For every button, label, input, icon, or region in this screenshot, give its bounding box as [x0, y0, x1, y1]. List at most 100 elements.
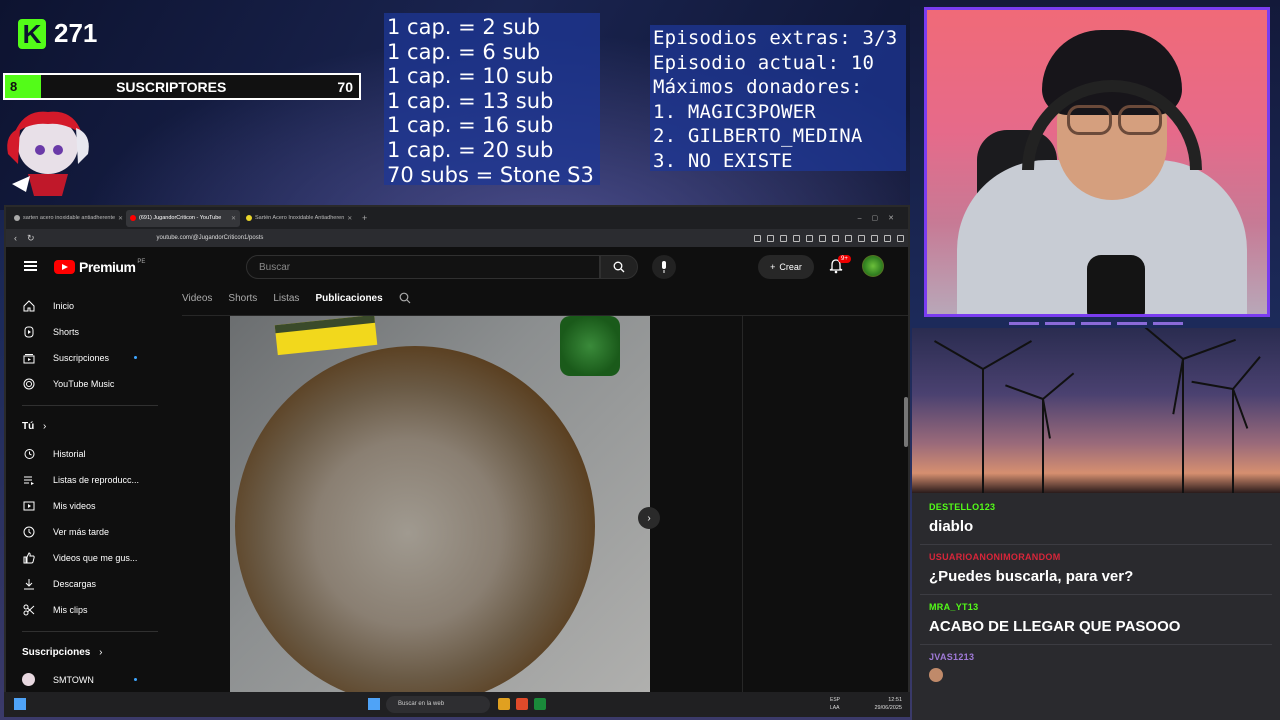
window-controls[interactable]: –▢✕ [858, 214, 908, 222]
sponge [274, 316, 378, 356]
browser-window: sarten acero inoxidable antiadherente ✕ (… [4, 205, 910, 717]
channel-search-icon[interactable] [399, 292, 411, 304]
chevron-right-icon: › [647, 512, 651, 524]
plus-icon: + [770, 262, 776, 272]
chevron-right-icon: › [99, 647, 103, 658]
reload-icon[interactable]: ↻ [27, 233, 35, 244]
sidebar-item-subscriptions[interactable]: Suscripciones [22, 351, 152, 364]
history-icon [22, 447, 35, 460]
subscriber-goal-bar: 8 SUSCRIPTORES 70 [3, 73, 361, 100]
sidebar-item-home[interactable]: Inicio [22, 299, 152, 312]
sidebar-item-history[interactable]: Historial [22, 447, 152, 460]
dish-soap-bottle [560, 316, 620, 376]
goal-line: 1 cap. = 13 sub [387, 88, 554, 113]
sidebar-item-liked-videos[interactable]: Videos que me gus... [22, 551, 152, 564]
close-icon[interactable]: ✕ [118, 215, 123, 222]
sidebar-item-youtube-music[interactable]: YouTube Music [22, 377, 152, 390]
tab-playlists[interactable]: Listas [273, 293, 299, 304]
store-icon [246, 215, 252, 221]
sidebar-item-playlists[interactable]: Listas de reproducc... [22, 473, 152, 486]
browser-tab-strip: sarten acero inoxidable antiadherente ✕ (… [6, 207, 908, 229]
kick-logo-icon: K [18, 18, 46, 49]
browser-toolbar-icons[interactable] [754, 234, 908, 242]
back-icon[interactable]: ‹ [14, 233, 17, 243]
subscriptions-icon [22, 351, 35, 364]
youtube-premium-logo[interactable]: Premium PE [54, 259, 145, 275]
frying-pan [235, 346, 595, 694]
sidebar-item-my-clips[interactable]: Mis clips [22, 603, 152, 616]
address-bar-row: ‹ ↻ youtube.com/@JugandorCriticon1/posts [6, 229, 908, 247]
url-field[interactable]: youtube.com/@JugandorCriticon1/posts [157, 235, 264, 241]
playlist-icon [22, 473, 35, 486]
kick-viewer-count: 271 [54, 18, 98, 48]
youtube-play-icon [54, 260, 75, 274]
sidebar-divider [22, 631, 158, 632]
chat-text: ACABO DE LLEGAR QUE PASOOO [929, 618, 1181, 635]
new-tab-icon[interactable]: + [362, 213, 367, 223]
post-image-frying-pan[interactable] [230, 316, 650, 694]
menu-icon[interactable] [24, 261, 37, 271]
content-divider [742, 316, 743, 696]
subscription-item-smtown[interactable]: SMTOWN [22, 673, 152, 686]
chat-divider [920, 594, 1272, 595]
widgets-icon[interactable] [14, 698, 26, 710]
episodes-panel: Episodios extras: 3/3 Episodio actual: 1… [650, 25, 906, 172]
music-icon [22, 377, 35, 390]
browser-tab-active[interactable]: (691) JugandorCriticon - YouTube ✕ [126, 209, 240, 227]
kick-counter: K 271 [18, 18, 97, 49]
goal-line: 1 cap. = 20 sub [387, 137, 554, 162]
close-icon[interactable]: ✕ [231, 215, 236, 222]
notification-badge: 9+ [838, 255, 851, 263]
keyboard-language[interactable]: ESP LAA [830, 696, 840, 712]
sidebar-item-downloads[interactable]: Descargas [22, 577, 152, 590]
chat-message: JVAS1213 [912, 652, 1280, 682]
chat-username[interactable]: JVAS1213 [929, 652, 1280, 662]
shorts-icon [22, 325, 35, 338]
close-icon[interactable]: ✕ [347, 215, 352, 222]
search-input[interactable]: Buscar [246, 255, 600, 279]
tab-posts[interactable]: Publicaciones [315, 293, 382, 304]
search-icon [613, 261, 625, 273]
chat-username[interactable]: DESTELLO123 [929, 502, 1280, 512]
video-icon [22, 499, 35, 512]
tab-shorts[interactable]: Shorts [228, 293, 257, 304]
chat-username[interactable]: USUARIOANONIMORANDOM [929, 552, 1280, 562]
glasses-icon [1067, 105, 1162, 135]
sidebar-item-shorts[interactable]: Shorts [22, 325, 152, 338]
chat-divider [920, 544, 1272, 545]
home-icon [22, 299, 35, 312]
channel-tabs: Videos Shorts Listas Publicaciones [182, 292, 411, 304]
file-explorer-icon[interactable] [498, 698, 510, 710]
next-image-button[interactable]: › [638, 507, 660, 529]
taskbar-clock[interactable]: 12:51 29/06/2025 [874, 696, 902, 712]
chapter-goals-panel: 1 cap. = 2 sub 1 cap. = 6 sub 1 cap. = 1… [384, 13, 600, 187]
taskbar-search[interactable]: Buscar en la web [386, 696, 490, 713]
search-button[interactable] [600, 255, 638, 279]
like-icon [22, 551, 35, 564]
windows-taskbar: Buscar en la web ESP LAA 12:51 29/06/2025 [4, 692, 910, 717]
voice-search-button[interactable] [652, 255, 676, 279]
scissors-icon [22, 603, 35, 616]
create-button[interactable]: + Crear [758, 255, 814, 279]
tab-videos[interactable]: Videos [182, 293, 212, 304]
mascot-image [7, 111, 89, 196]
chat-username[interactable]: MRA_YT13 [929, 602, 1280, 612]
sidebar-heading-you[interactable]: Tú › [22, 421, 46, 432]
sidebar-heading-subscriptions[interactable]: Suscripciones › [22, 647, 102, 658]
sidebar-item-watch-later[interactable]: Ver más tarde [22, 525, 152, 538]
goal-line: 1 cap. = 16 sub [387, 113, 554, 138]
scrollbar-thumb[interactable] [904, 397, 908, 447]
chat-divider [920, 644, 1272, 645]
windows-start-icon[interactable] [368, 698, 380, 710]
goal-line: 70 subs = Stone S3 [387, 162, 594, 187]
browser-tab[interactable]: Sartén Acero Inoxidable Antiadheren ✕ [242, 210, 356, 227]
youtube-icon [130, 215, 136, 221]
brave-browser-icon[interactable] [516, 698, 528, 710]
browser-tab[interactable]: sarten acero inoxidable antiadherente ✕ [10, 210, 124, 227]
app-icon[interactable] [534, 698, 546, 710]
sidebar-item-my-videos[interactable]: Mis videos [22, 499, 152, 512]
microphone-icon [1087, 255, 1145, 314]
google-icon [14, 215, 20, 221]
goal-line: 1 cap. = 10 sub [387, 64, 554, 89]
account-avatar[interactable] [862, 255, 884, 277]
